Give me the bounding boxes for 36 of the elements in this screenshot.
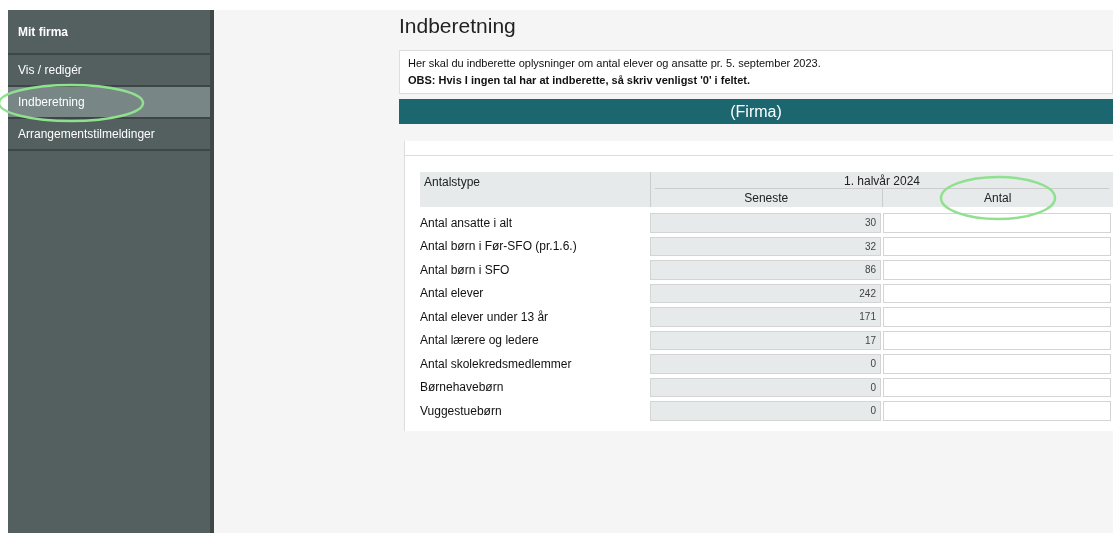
latest-value-cell: 242 [650,283,881,303]
banner: (Firma) [399,99,1113,124]
latest-value-cell: 86 [650,260,881,280]
column-group-header: 1. halvår 2024 [655,172,1109,189]
count-input[interactable] [883,330,1111,350]
row-label: Vuggestuebørn [420,402,503,420]
count-input[interactable] [883,236,1111,256]
column-header: Seneste [743,190,790,207]
latest-value-cell: 30 [650,213,881,233]
count-input[interactable] [883,354,1111,374]
row-label: Antal elever [420,285,485,303]
latest-value-cell: 0 [650,354,881,374]
row-label: Antal børn i Før-SFO (pr.1.6.) [420,238,578,256]
count-input[interactable] [883,260,1111,280]
latest-value-cell: 171 [650,307,881,327]
latest-value-cell: 17 [650,330,881,350]
count-input[interactable] [883,307,1111,327]
count-input[interactable] [883,377,1111,397]
latest-value-cell: 32 [650,236,881,256]
row-label: Antal skolekredsmedlemmer [420,355,573,373]
sidebar-item[interactable]: Arrangementstilmeldinger [8,119,210,151]
sidebar-title: Mit firma [8,10,210,55]
count-input[interactable] [883,401,1111,421]
row-label: Antal lærere og ledere [420,332,540,350]
row-label: Antal ansatte i alt [420,214,514,232]
row-label: Antal børn i SFO [420,261,511,279]
latest-value-cell: 0 [650,377,881,397]
notice-text: OBS: Hvis I ingen tal har at indberette, så skriv venligst '0' i feltet. [408,73,752,88]
latest-value-cell: 0 [650,401,881,421]
count-input[interactable] [883,213,1111,233]
row-label: Antal elever under 13 år [420,308,550,326]
page-title: Indberetning [399,13,517,39]
column-header: Antalstype [423,174,482,191]
row-label: Børnehavebørn [420,379,505,397]
count-input[interactable] [883,283,1111,303]
info-text: Her skal du indberette oplysninger om antal elever og ansatte pr. 5. september 2023. [408,56,822,71]
